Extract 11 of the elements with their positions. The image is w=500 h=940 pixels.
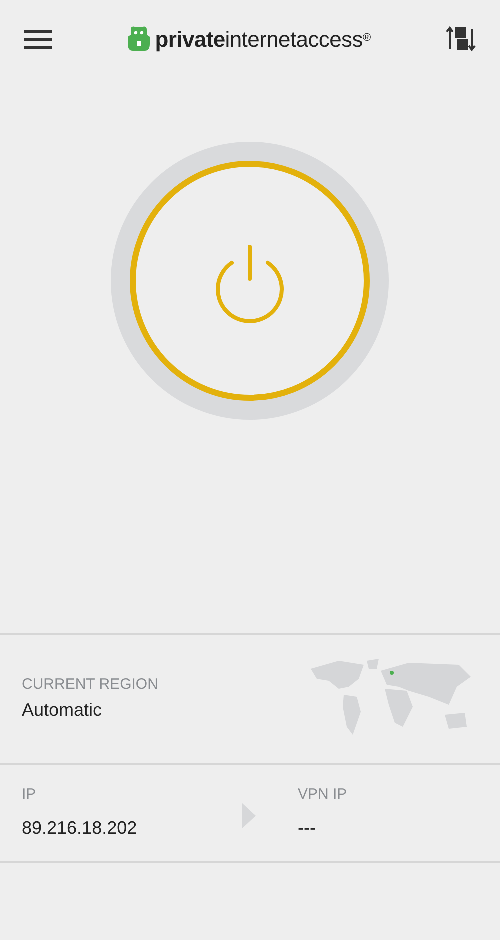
menu-icon[interactable] <box>24 28 52 50</box>
ip-value: 89.216.18.202 <box>22 816 138 840</box>
vpn-ip-value: --- <box>298 816 317 840</box>
ip-label: IP <box>22 785 38 806</box>
vpn-ip-label: VPN IP <box>298 785 348 806</box>
brand-logo: privateinternetaccess$^{®}$ <box>155 26 371 54</box>
region-label: CURRENT REGION <box>22 675 160 696</box>
layout-switch-icon[interactable] <box>446 25 476 53</box>
arrow-icon <box>242 803 256 829</box>
robot-logo-icon <box>127 26 152 52</box>
region-value: Automatic <box>22 698 104 722</box>
